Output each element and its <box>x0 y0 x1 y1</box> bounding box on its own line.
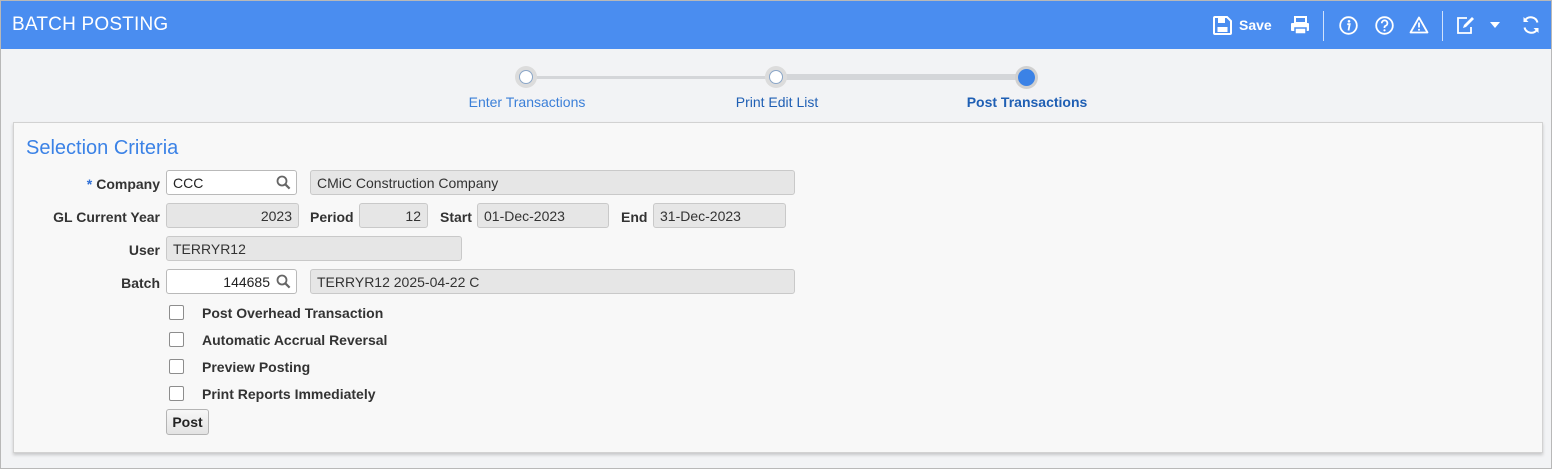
user-display: TERRYR12 <box>166 236 462 261</box>
toolbar-divider <box>1323 11 1324 41</box>
step-label-enter-transactions[interactable]: Enter Transactions <box>469 94 586 110</box>
help-button[interactable] <box>1373 1 1395 49</box>
required-indicator: * <box>86 176 93 192</box>
info-button[interactable] <box>1337 1 1359 49</box>
step-post-transactions[interactable] <box>1015 66 1038 89</box>
start-date-display: 01-Dec-2023 <box>477 203 609 228</box>
step-marker <box>769 70 783 84</box>
company-label: * Company <box>87 176 160 192</box>
more-menu-button[interactable] <box>1487 1 1503 49</box>
user-label: User <box>128 242 160 258</box>
print-reports-label[interactable]: Print Reports Immediately <box>202 386 376 402</box>
post-overhead-checkbox[interactable] <box>169 305 184 320</box>
print-icon <box>1290 15 1310 35</box>
gl-year-label: GL Current Year <box>53 209 160 225</box>
preview-posting-checkbox[interactable] <box>169 359 184 374</box>
toolbar-divider <box>1442 11 1443 41</box>
preview-posting-label[interactable]: Preview Posting <box>202 359 310 375</box>
refresh-button[interactable] <box>1520 1 1542 49</box>
progress-stepper: Enter Transactions Print Edit List Post … <box>1 49 1551 121</box>
header-bar: BATCH POSTING Save <box>1 1 1551 49</box>
batch-description-display: TERRYR12 2025-04-22 C <box>310 269 795 294</box>
save-label: Save <box>1239 17 1272 33</box>
search-icon[interactable] <box>276 274 291 292</box>
app-window: BATCH POSTING Save Enter Transactions Pr… <box>0 0 1552 469</box>
start-label: Start <box>440 209 472 225</box>
end-date-display: 31-Dec-2023 <box>653 203 786 228</box>
info-icon <box>1338 15 1358 35</box>
step-label-print-edit-list[interactable]: Print Edit List <box>736 94 818 110</box>
warning-icon <box>1409 16 1429 34</box>
post-overhead-label[interactable]: Post Overhead Transaction <box>202 305 383 321</box>
batch-number-value: 144685 <box>223 273 270 290</box>
company-label-text: Company <box>96 176 160 192</box>
step-connector <box>776 74 1026 80</box>
step-enter-transactions[interactable] <box>515 66 537 88</box>
refresh-icon <box>1521 15 1541 35</box>
step-marker <box>519 70 533 84</box>
gl-year-display: 2023 <box>166 203 299 228</box>
dropdown-arrow-icon <box>1489 21 1501 29</box>
selection-criteria-panel: Selection Criteria * Company CCC CMiC Con… <box>13 122 1543 453</box>
company-code-input[interactable]: CCC <box>166 170 297 195</box>
edit-button[interactable] <box>1454 1 1476 49</box>
step-print-edit-list[interactable] <box>765 66 787 88</box>
batch-label: Batch <box>121 275 160 291</box>
accrual-reversal-checkbox[interactable] <box>169 332 184 347</box>
search-icon[interactable] <box>276 175 291 193</box>
save-button[interactable]: Save <box>1213 1 1272 49</box>
period-display: 12 <box>359 203 428 228</box>
step-connector <box>526 76 776 79</box>
section-title: Selection Criteria <box>26 137 179 159</box>
period-label: Period <box>310 209 354 225</box>
print-button[interactable] <box>1289 1 1311 49</box>
end-label: End <box>621 209 648 225</box>
step-marker-current <box>1018 69 1035 86</box>
company-code-value: CCC <box>173 174 204 191</box>
accrual-reversal-label[interactable]: Automatic Accrual Reversal <box>202 332 387 348</box>
batch-number-input[interactable]: 144685 <box>166 269 297 294</box>
save-icon <box>1213 15 1232 35</box>
company-name-display: CMiC Construction Company <box>310 170 795 195</box>
print-reports-checkbox[interactable] <box>169 386 184 401</box>
post-button[interactable]: Post <box>166 409 209 435</box>
step-label-post-transactions: Post Transactions <box>966 94 1088 110</box>
help-icon <box>1374 15 1394 35</box>
edit-icon <box>1455 15 1475 35</box>
page-title: BATCH POSTING <box>12 14 169 35</box>
warning-button[interactable] <box>1408 1 1430 49</box>
